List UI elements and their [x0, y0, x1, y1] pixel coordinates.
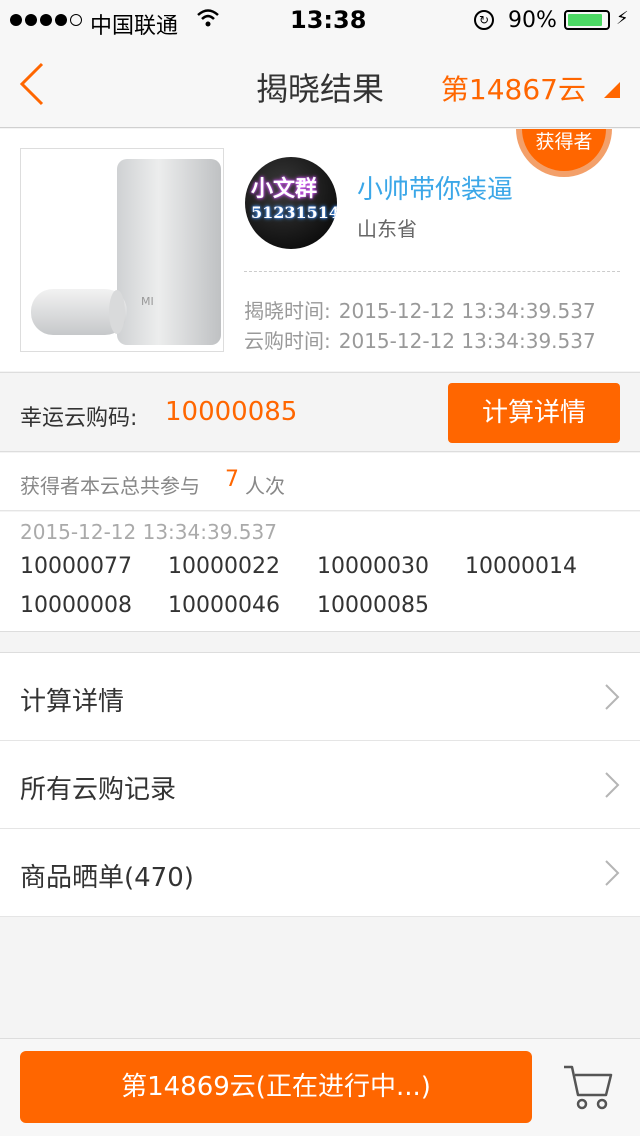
battery-percent: 90% — [508, 8, 557, 33]
divider — [244, 271, 620, 272]
reveal-time-label: 揭晓时间: — [244, 299, 331, 323]
chevron-right-icon — [604, 771, 620, 803]
current-period-button[interactable]: 第14869云(正在进行中...) — [20, 1051, 532, 1123]
shopping-cart-icon[interactable] — [562, 1063, 614, 1115]
product-image[interactable]: MI — [20, 148, 224, 352]
signal-strength-icon — [10, 14, 82, 26]
avatar[interactable]: 小文群 51231514 — [245, 157, 337, 249]
menu-item-label: 计算详情 — [20, 687, 125, 717]
reveal-time-value: 2015-12-12 13:34:39.537 — [338, 299, 596, 323]
buy-time-label: 云购时间: — [244, 329, 331, 353]
participation-prefix: 获得者本云总共参与 — [20, 474, 200, 498]
period-selector[interactable]: 第14867云 — [441, 68, 586, 108]
code-item: 10000008 — [20, 593, 132, 618]
chevron-right-icon — [604, 859, 620, 891]
chevron-right-icon — [604, 683, 620, 715]
lucky-code-label: 幸运云购码: — [20, 406, 138, 431]
winner-province: 山东省 — [357, 217, 417, 241]
lucky-code-bar: 幸运云购码: 10000085 计算详情 — [0, 372, 640, 452]
winner-card: MI 小文群 51231514 小帅带你装逼 山东省 揭晓时间: 2015-12-… — [0, 129, 640, 371]
dropdown-caret-icon[interactable] — [604, 82, 620, 98]
code-item: 10000046 — [168, 593, 280, 618]
charging-icon: ⚡ — [616, 8, 629, 29]
bottom-bar: 第14869云(正在进行中...) — [0, 1038, 640, 1136]
reveal-time-row: 揭晓时间: 2015-12-12 13:34:39.537 — [244, 295, 596, 324]
participation-suffix: 人次 — [245, 474, 285, 498]
detail-menu: 计算详情 所有云购记录 商品晒单(470) — [0, 652, 640, 917]
svg-text:MI: MI — [141, 295, 154, 308]
buy-time-value: 2015-12-12 13:34:39.537 — [338, 329, 596, 353]
code-item: 10000014 — [465, 554, 577, 579]
participation-count: 7 — [225, 467, 239, 492]
carrier-name: 中国联通 — [90, 14, 179, 39]
purchase-codes: 2015-12-12 13:34:39.537 10000077 1000002… — [0, 512, 640, 632]
status-bar: 中国联通 13:38 ↻ 90% ⚡ — [0, 0, 640, 40]
menu-item-product-reviews[interactable]: 商品晒单(470) — [0, 829, 640, 917]
buy-time-row: 云购时间: 2015-12-12 13:34:39.537 — [244, 325, 596, 354]
wifi-icon — [196, 8, 220, 34]
winner-name[interactable]: 小帅带你装逼 — [357, 169, 513, 206]
rotation-lock-icon: ↻ — [474, 10, 494, 30]
avatar-number: 51231514 — [251, 203, 337, 222]
clock: 13:38 — [290, 6, 367, 34]
codes-timestamp: 2015-12-12 13:34:39.537 — [20, 520, 277, 544]
avatar-text: 小文群 — [251, 177, 318, 202]
code-item: 10000085 — [317, 593, 429, 618]
winner-badge: 获得者 — [516, 129, 612, 177]
battery-icon — [564, 10, 610, 30]
code-item: 10000022 — [168, 554, 280, 579]
participation-summary: 获得者本云总共参与 7 人次 — [0, 453, 640, 511]
calc-details-button[interactable]: 计算详情 — [448, 383, 620, 443]
menu-item-calc-details[interactable]: 计算详情 — [0, 653, 640, 741]
winner-badge-label: 获得者 — [535, 131, 592, 153]
menu-item-label: 所有云购记录 — [20, 775, 177, 805]
code-item: 10000030 — [317, 554, 429, 579]
menu-item-label: 商品晒单(470) — [20, 863, 194, 893]
menu-item-all-records[interactable]: 所有云购记录 — [0, 741, 640, 829]
code-item: 10000077 — [20, 554, 132, 579]
navigation-bar: 揭晓结果 第14867云 — [0, 40, 640, 128]
lucky-code-value: 10000085 — [165, 397, 298, 427]
